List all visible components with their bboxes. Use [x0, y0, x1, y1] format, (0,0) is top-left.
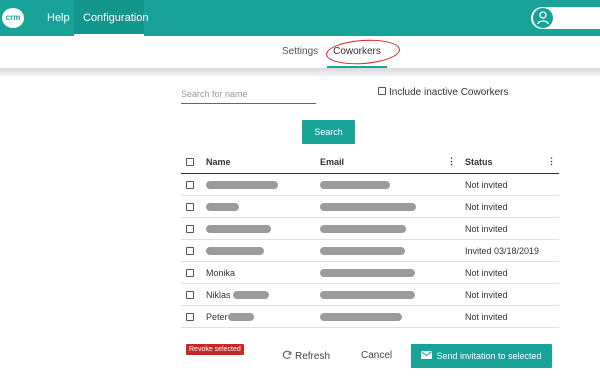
redacted-name — [206, 224, 271, 233]
status-text: Not invited — [465, 201, 508, 212]
table-row[interactable]: Peter Not invited — [181, 306, 559, 328]
redacted-email — [320, 202, 416, 211]
header-divider — [0, 68, 600, 76]
send-invitation-label: Send invitation to selected — [436, 351, 542, 361]
search-name-input[interactable] — [181, 84, 316, 104]
status-text: Not invited — [465, 267, 508, 278]
nav-help[interactable]: Help — [47, 0, 70, 36]
redacted-email — [320, 224, 406, 233]
refresh-button[interactable]: Refresh — [282, 350, 330, 363]
table-row[interactable]: Not invited — [181, 174, 559, 196]
sub-navigation: Settings Coworkers — [0, 36, 600, 68]
redacted-name — [206, 246, 264, 255]
row-checkbox[interactable] — [186, 312, 194, 321]
name-text: Monika — [206, 267, 236, 278]
envelope-icon — [421, 351, 433, 361]
row-checkbox[interactable] — [186, 180, 194, 189]
status-column-menu-icon[interactable]: ⋮ — [547, 150, 556, 173]
status-text: Not invited — [465, 223, 508, 234]
redacted-email — [320, 268, 415, 277]
cancel-button[interactable]: Cancel — [361, 350, 392, 361]
name-text: Niklas — [206, 289, 231, 300]
row-checkbox[interactable] — [186, 202, 194, 211]
column-header-email[interactable]: Email — [320, 150, 344, 173]
coworkers-table: Name Email ⋮ Status ⋮ Not invited Not in… — [181, 150, 559, 328]
row-checkbox[interactable] — [186, 246, 194, 255]
crm-logo[interactable]: crm — [2, 8, 24, 28]
redacted-name-part — [232, 290, 269, 299]
include-inactive-checkbox[interactable] — [378, 87, 386, 96]
redacted-email — [320, 180, 390, 189]
redacted-email — [320, 290, 415, 299]
row-checkbox[interactable] — [186, 268, 194, 277]
column-header-name[interactable]: Name — [206, 150, 231, 173]
row-checkbox[interactable] — [186, 224, 194, 233]
user-menu[interactable] — [531, 7, 600, 29]
send-invitation-button[interactable]: Send invitation to selected — [411, 344, 552, 368]
nav-configuration[interactable]: Configuration — [74, 0, 148, 36]
table-row[interactable]: Invited 03/18/2019 — [181, 240, 559, 262]
redacted-name — [206, 180, 278, 189]
refresh-label: Refresh — [295, 351, 331, 362]
table-header-row: Name Email ⋮ Status ⋮ — [181, 150, 559, 174]
redacted-name — [206, 202, 239, 211]
status-text: Not invited — [465, 311, 508, 322]
email-column-menu-icon[interactable]: ⋮ — [447, 150, 456, 173]
include-inactive-label: Include inactive Coworkers — [389, 87, 509, 98]
include-inactive-option[interactable]: Include inactive Coworkers — [378, 87, 509, 98]
redacted-email — [320, 246, 405, 255]
status-text: Not invited — [465, 289, 508, 300]
status-text: Not invited — [465, 179, 508, 190]
row-checkbox[interactable] — [186, 290, 194, 299]
redacted-email — [320, 312, 402, 321]
status-text: Invited 03/18/2019 — [465, 245, 540, 256]
refresh-icon — [282, 350, 292, 363]
table-row[interactable]: Monika Not invited — [181, 262, 559, 284]
column-header-status[interactable]: Status — [465, 150, 493, 173]
top-navbar: crm Help Configuration — [0, 0, 600, 36]
select-all-checkbox[interactable] — [186, 157, 194, 166]
redacted-name-part — [227, 312, 254, 321]
user-avatar-icon[interactable] — [533, 8, 553, 28]
name-text: Peter — [206, 311, 228, 322]
search-button[interactable]: Search — [302, 120, 355, 144]
table-row[interactable]: Not invited — [181, 196, 559, 218]
tab-settings[interactable]: Settings — [282, 46, 318, 57]
table-row[interactable]: Not invited — [181, 218, 559, 240]
revoke-selected-button[interactable]: Revoke selected — [186, 344, 244, 355]
table-row[interactable]: Niklas Not invited — [181, 284, 559, 306]
